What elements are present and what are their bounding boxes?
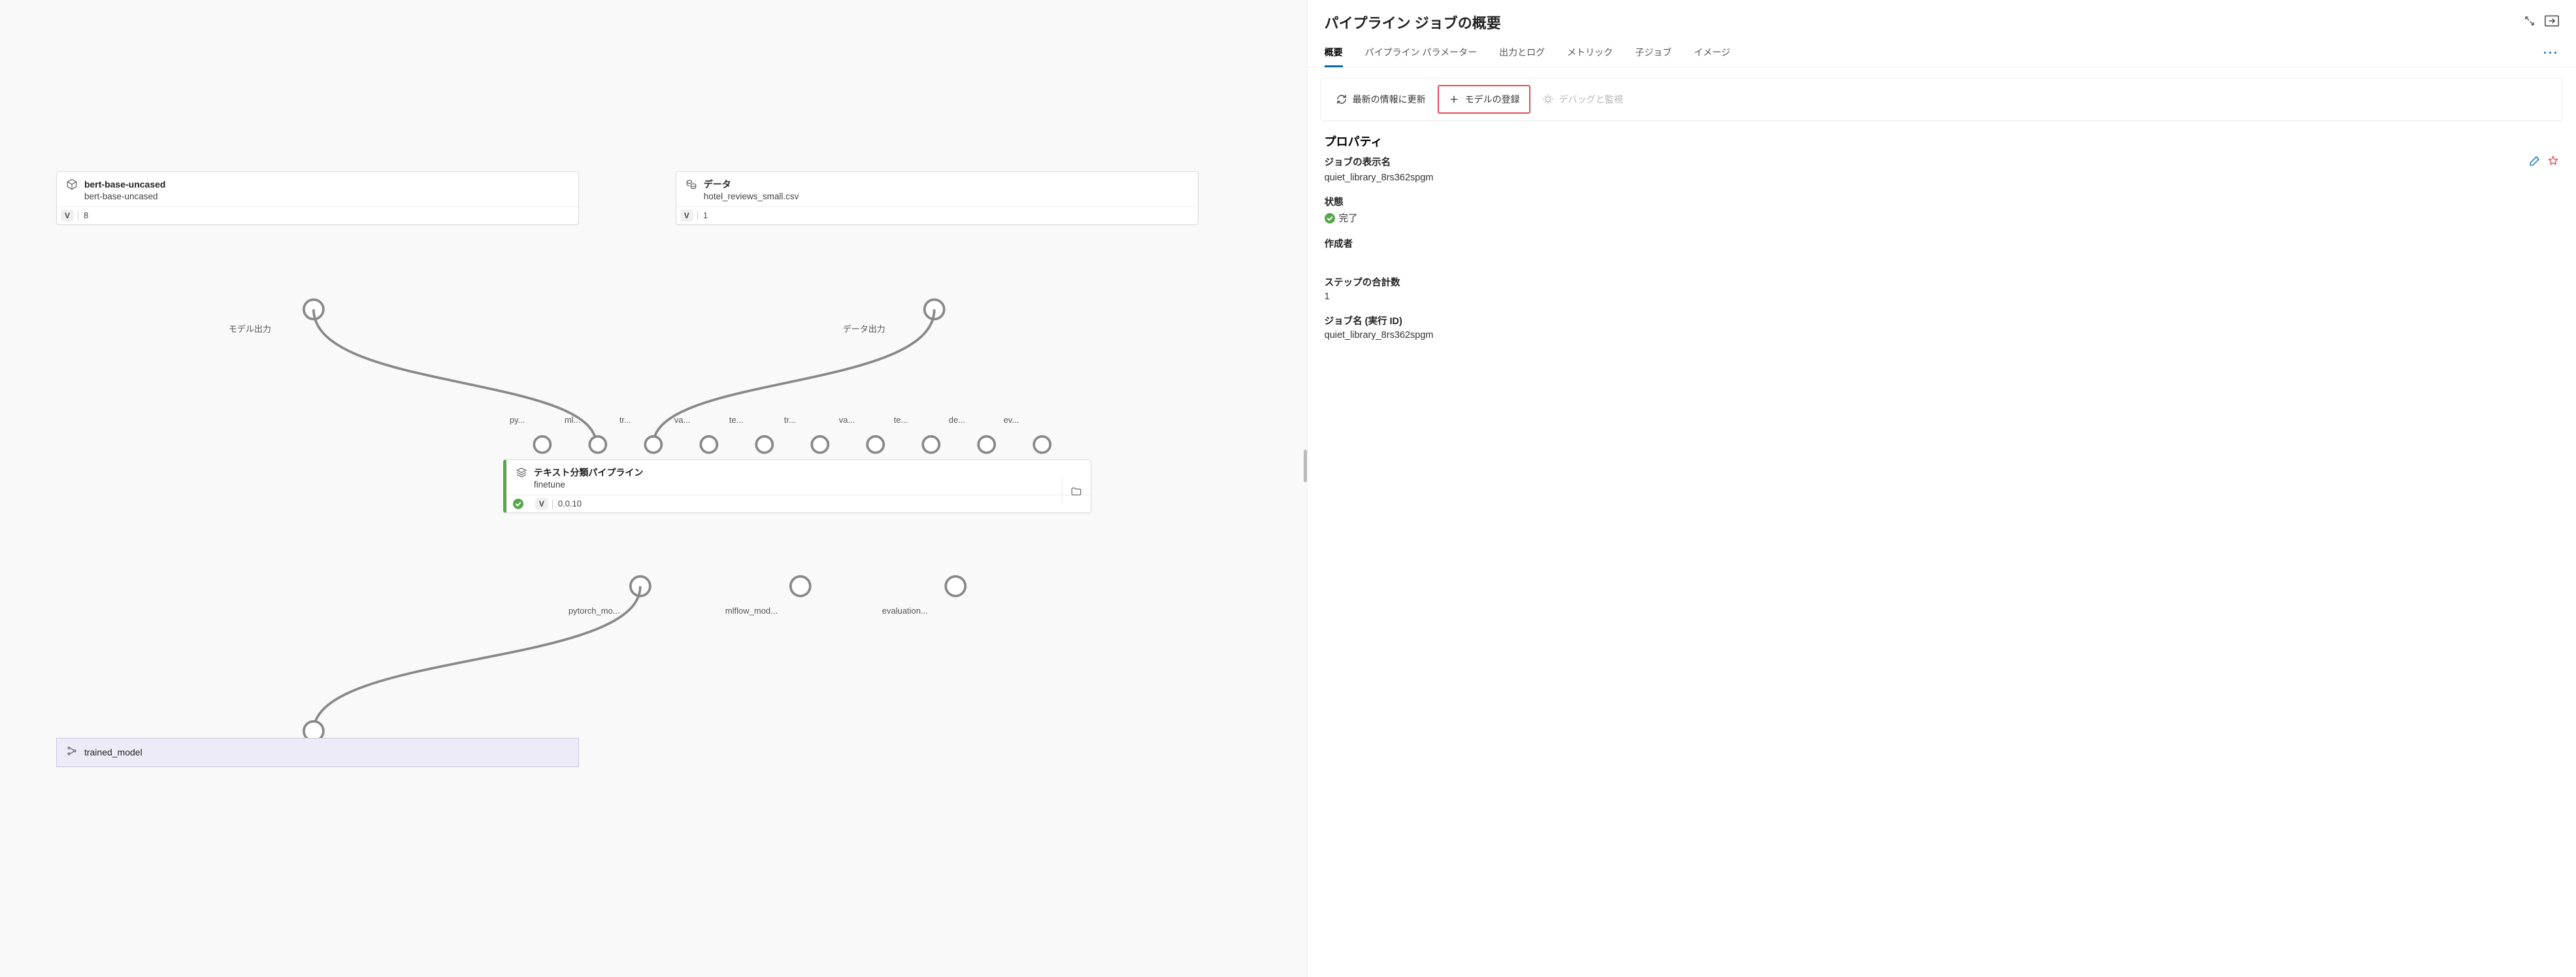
node-subtitle: bert-base-uncased (84, 191, 165, 203)
refresh-button[interactable]: 最新の情報に更新 (1329, 89, 1432, 110)
output-icon (66, 745, 78, 760)
tab-outputs[interactable]: 出力とログ (1499, 39, 1545, 67)
expand-icon[interactable] (2524, 15, 2535, 30)
refresh-label: 最新の情報に更新 (1353, 93, 1426, 106)
debug-label: デバッグと監視 (1559, 93, 1623, 106)
node-subtitle: finetune (534, 479, 644, 491)
version-badge: V (61, 210, 74, 222)
node-title: データ (704, 178, 799, 191)
port-label: py... (510, 415, 525, 425)
side-panel: パイプライン ジョブの概要 概要 パイプライン パラメーター 出力とログ メトリ… (1307, 0, 2576, 977)
divider (697, 211, 698, 220)
version-number: 1 (702, 210, 708, 220)
port-label: te... (894, 415, 908, 425)
port-label: ev... (1004, 415, 1019, 425)
node-data[interactable]: データ hotel_reviews_small.csv V 1 (676, 171, 1198, 225)
dock-icon[interactable] (2545, 15, 2559, 30)
refresh-icon (1336, 93, 1347, 105)
tab-child[interactable]: 子ジョブ (1635, 39, 1672, 67)
port-label: de... (949, 415, 965, 425)
tabs: 概要 パイプライン パラメーター 出力とログ メトリック 子ジョブ イメージ ·… (1308, 39, 2576, 67)
port-label: モデル出力 (229, 322, 271, 335)
cube-icon (66, 178, 78, 190)
star-icon[interactable] (2547, 155, 2559, 170)
register-label: モデルの登録 (1465, 93, 1520, 106)
success-icon (513, 499, 523, 509)
bug-icon (1542, 93, 1554, 105)
version-badge: V (680, 210, 693, 222)
port-label: evaluation... (882, 606, 928, 616)
node-subtitle: hotel_reviews_small.csv (704, 191, 799, 203)
pipeline-canvas[interactable]: bert-base-uncased bert-base-uncased V 8 … (0, 0, 1307, 977)
prop-steps-value: 1 (1325, 291, 2559, 302)
port-label: tr... (784, 415, 796, 425)
tabs-overflow-button[interactable]: ··· (2543, 46, 2559, 60)
prop-display-name-label: ジョブの表示名 (1325, 155, 1391, 169)
node-title: trained_model (84, 747, 142, 757)
divider (552, 499, 553, 508)
node-title: テキスト分類パイプライン (534, 467, 644, 479)
prop-jobid-label: ジョブ名 (実行 ID) (1325, 314, 2559, 327)
prop-creator-value (1325, 253, 2559, 263)
open-folder-button[interactable] (1062, 478, 1091, 505)
prop-status-label: 状態 (1325, 195, 2559, 208)
layers-icon (516, 467, 527, 478)
node-trained-model[interactable]: trained_model (56, 738, 579, 767)
version-badge: V (535, 498, 548, 510)
port-label: データ出力 (843, 322, 885, 335)
prop-display-name-value: quiet_library_8rs362spgm (1325, 173, 2559, 183)
success-icon (1325, 213, 1335, 224)
prop-steps-label: ステップの合計数 (1325, 275, 2559, 289)
node-title: bert-base-uncased (84, 178, 165, 191)
node-pipeline-child[interactable]: テキスト分類パイプライン finetune V 0.0.10 (503, 459, 1091, 513)
port-label: pytorch_mo... (569, 606, 620, 616)
debug-button: デバッグと監視 (1536, 89, 1630, 110)
tab-overview[interactable]: 概要 (1325, 39, 1343, 67)
data-icon (685, 178, 697, 190)
node-bert[interactable]: bert-base-uncased bert-base-uncased V 8 (56, 171, 579, 225)
toolbar: 最新の情報に更新 モデルの登録 デバッグと監視 (1321, 78, 2563, 121)
port-label: ml... (565, 415, 581, 425)
tab-metrics[interactable]: メトリック (1567, 39, 1613, 67)
section-properties: プロパティ (1308, 129, 2576, 155)
port-label: tr... (619, 415, 631, 425)
prop-jobid-value: quiet_library_8rs362spgm (1325, 330, 2559, 340)
register-model-button[interactable]: モデルの登録 (1438, 85, 1530, 114)
tab-images[interactable]: イメージ (1694, 39, 1730, 67)
version-number: 8 (82, 210, 88, 220)
port-label: te... (729, 415, 744, 425)
panel-title: パイプライン ジョブの概要 (1325, 12, 1501, 33)
prop-status-value: 完了 (1339, 211, 1358, 225)
port-label: mlflow_mod... (725, 606, 778, 616)
edit-icon[interactable] (2529, 155, 2541, 170)
version-number: 0.0.10 (557, 499, 582, 508)
plus-icon (1448, 93, 1460, 105)
port-label: va... (839, 415, 855, 425)
prop-creator-label: 作成者 (1325, 237, 2559, 250)
tab-params[interactable]: パイプライン パラメーター (1365, 39, 1477, 67)
port-label: va... (674, 415, 691, 425)
